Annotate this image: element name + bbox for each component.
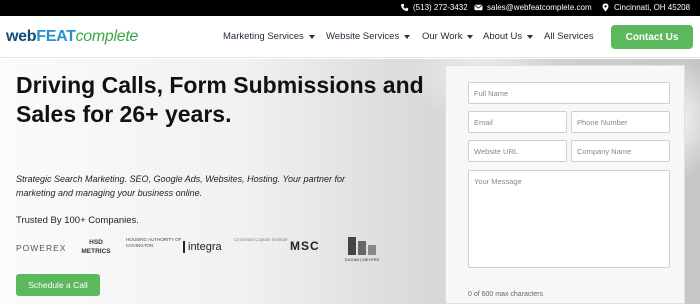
character-counter: 0 of 600 max characters xyxy=(468,291,544,298)
chevron-down-icon xyxy=(308,34,315,39)
client-logo-housing-authority: HOUSING AUTHORITY OF COVINGTON xyxy=(126,237,182,248)
trusted-by-text: Trusted By 100+ Companies. xyxy=(16,215,139,226)
logo-feat-text: FEAT xyxy=(36,28,76,45)
dugan-meyers-label: DUGAN | MEYERS xyxy=(344,257,380,262)
schedule-call-button[interactable]: Schedule a Call xyxy=(16,274,100,296)
top-contact-bar: (513) 272-3432 sales@webfeatcomplete.com… xyxy=(0,0,700,16)
chevron-down-icon xyxy=(527,34,534,39)
email-address[interactable]: sales@webfeatcomplete.com xyxy=(487,3,592,12)
full-name-field[interactable] xyxy=(468,82,670,104)
phone-contact[interactable]: (513) 272-3432 xyxy=(400,3,468,12)
nav-all-services[interactable]: All Services xyxy=(544,31,594,42)
client-logo-msc: MSC xyxy=(290,239,320,253)
chevron-down-icon xyxy=(467,34,474,39)
client-logo-cincinnati-captain-institute: Cincinnati Captain Institute xyxy=(234,237,288,242)
site-header: webFEATcomplete Marketing Services Websi… xyxy=(0,16,700,58)
client-logo-hsd-metrics: HSD METRICS xyxy=(81,239,111,255)
client-logos: POWEREX HSD METRICS HOUSING AUTHORITY OF… xyxy=(16,235,396,265)
client-logo-powerex: POWEREX xyxy=(16,243,67,253)
location-text: Cincinnati, OH 45208 xyxy=(614,3,691,12)
email-field[interactable] xyxy=(468,111,567,133)
nav-label: Our Work xyxy=(422,31,463,42)
hero-headline: Driving Calls, Form Submissions and Sale… xyxy=(16,72,424,127)
nav-about-us[interactable]: About Us xyxy=(483,31,534,42)
contact-form: 0 of 600 max characters xyxy=(445,65,685,304)
company-name-field[interactable] xyxy=(571,140,670,162)
site-logo[interactable]: webFEATcomplete xyxy=(6,28,138,46)
building-icon xyxy=(348,237,376,255)
message-field[interactable] xyxy=(468,170,670,268)
nav-marketing-services[interactable]: Marketing Services xyxy=(223,31,315,42)
phone-number[interactable]: (513) 272-3432 xyxy=(413,3,468,12)
nav-label: Marketing Services xyxy=(223,31,304,42)
client-logo-integra: integra xyxy=(183,241,222,253)
envelope-icon xyxy=(474,3,483,12)
map-pin-icon xyxy=(601,3,610,12)
logo-web-text: web xyxy=(6,28,37,45)
chevron-down-icon xyxy=(404,34,411,39)
logo-complete-text: complete xyxy=(75,28,139,45)
location-contact: Cincinnati, OH 45208 xyxy=(601,3,690,12)
nav-label: About Us xyxy=(483,31,523,42)
website-url-field[interactable] xyxy=(468,140,567,162)
nav-label: Website Services xyxy=(326,31,400,42)
contact-us-button[interactable]: Contact Us xyxy=(611,25,693,49)
nav-label: All Services xyxy=(544,31,594,42)
hero-section: Driving Calls, Form Submissions and Sale… xyxy=(0,59,700,304)
client-logo-dugan-meyers: DUGAN | MEYERS xyxy=(344,235,380,263)
nav-website-services[interactable]: Website Services xyxy=(326,31,411,42)
phone-field[interactable] xyxy=(571,111,670,133)
hero-subtext: Strategic Search Marketing. SEO, Google … xyxy=(16,174,345,198)
email-contact[interactable]: sales@webfeatcomplete.com xyxy=(474,3,592,12)
phone-icon xyxy=(400,3,409,12)
nav-our-work[interactable]: Our Work xyxy=(422,31,474,42)
